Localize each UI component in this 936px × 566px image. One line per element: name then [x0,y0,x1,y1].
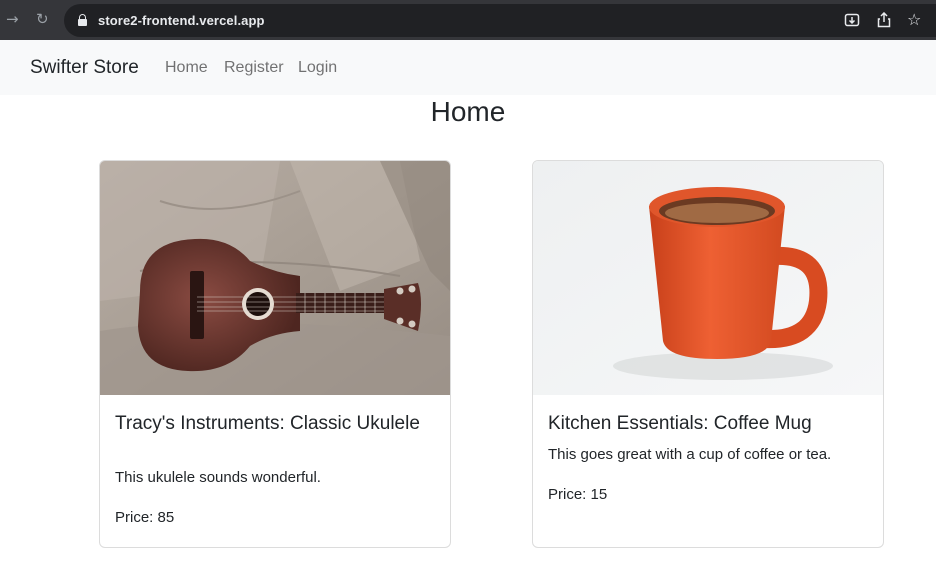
product-title: Kitchen Essentials: Coffee Mug [548,413,812,434]
product-image-coffee-mug [533,161,883,395]
product-description: This goes great with a cup of coffee or … [548,446,832,463]
product-image-ukulele [100,161,450,395]
product-card[interactable]: Tracy's Instruments: Classic Ukulele Thi… [99,160,451,548]
install-app-icon[interactable] [844,12,860,32]
browser-toolbar: → ↻ store2-frontend.vercel.app ☆ [0,0,936,40]
nav-link-register[interactable]: Register [224,59,284,77]
product-title: Tracy's Instruments: Classic Ukulele [115,413,420,434]
lock-icon [78,14,87,26]
share-icon[interactable] [877,11,891,32]
bookmark-star-icon[interactable]: ☆ [907,10,921,29]
address-bar[interactable]: store2-frontend.vercel.app ☆ [64,4,936,37]
reload-icon[interactable]: ↻ [36,10,49,28]
product-description: This ukulele sounds wonderful. [115,469,321,486]
forward-icon[interactable]: → [6,10,19,28]
url-text: store2-frontend.vercel.app [98,13,265,28]
product-price: Price: 15 [548,486,608,503]
page-title: Home [430,96,506,127]
product-card[interactable]: Kitchen Essentials: Coffee Mug This goes… [532,160,884,548]
nav-link-home[interactable]: Home [165,59,208,77]
product-price: Price: 85 [115,509,175,526]
brand-link[interactable]: Swifter Store [30,57,139,79]
nav-link-login[interactable]: Login [298,59,337,77]
site-navbar: Swifter Store Home Register Login [0,40,936,95]
